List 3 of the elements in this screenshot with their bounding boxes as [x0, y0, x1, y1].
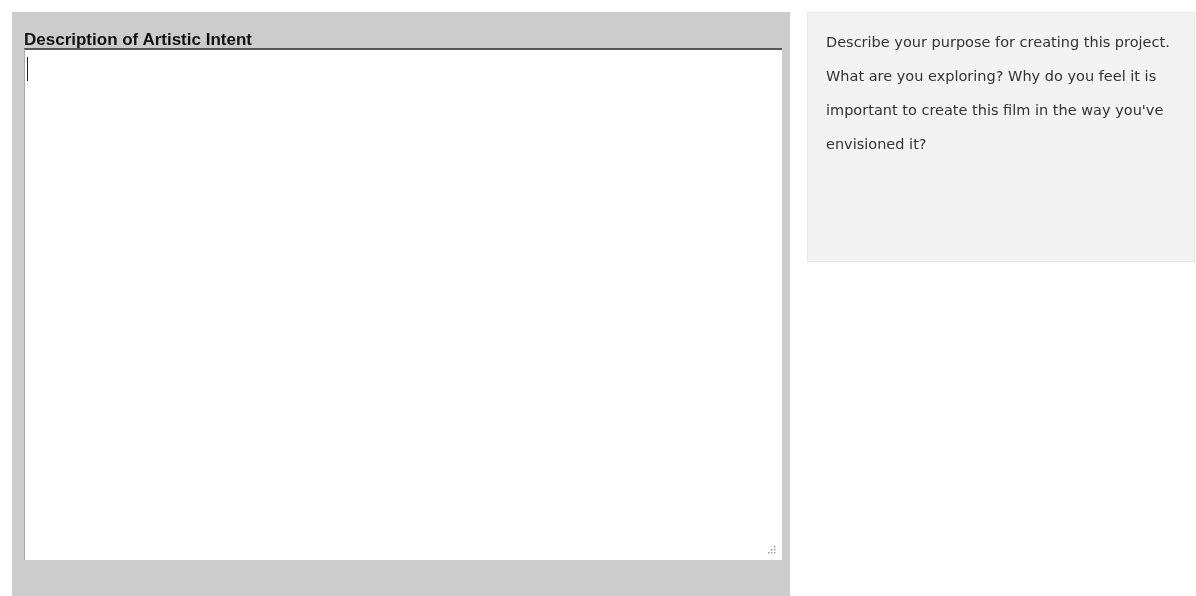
- help-text: Describe your purpose for creating this project. What are you exploring? Why do you feel it is important to create this film in the way you've envisioned it?: [807, 12, 1195, 262]
- resize-grip-icon[interactable]: [767, 545, 776, 554]
- field-label: Description of Artistic Intent: [24, 29, 253, 48]
